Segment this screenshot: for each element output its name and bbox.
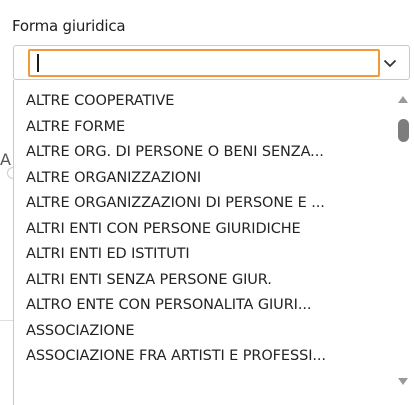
scrollbar-thumb[interactable] <box>398 119 409 142</box>
options-list: ALTRE COOPERATIVE ALTRE FORME ALTRE ORG. D… <box>26 89 386 370</box>
scroll-up-icon[interactable] <box>396 93 410 105</box>
dropdown-option[interactable]: ALTRI ENTI ED ISTITUTI <box>26 242 386 268</box>
options-dropdown: ALTRE COOPERATIVE ALTRE FORME ALTRE ORG. D… <box>13 80 414 405</box>
legal-form-select[interactable] <box>13 45 410 80</box>
dropdown-option[interactable]: ALTRE ORGANIZZAZIONI DI PERSONE E ... <box>26 191 386 217</box>
dropdown-option[interactable]: ALTRI ENTI CON PERSONE GIURIDICHE <box>26 217 386 243</box>
chevron-down-icon <box>383 59 397 67</box>
background-divider <box>0 320 14 321</box>
search-input[interactable] <box>28 49 380 77</box>
dropdown-option[interactable]: ASSOCIAZIONE <box>26 319 386 345</box>
dropdown-option[interactable]: ASSOCIAZIONE FRA ARTISTI E PROFESSI... <box>26 344 386 370</box>
dropdown-option[interactable]: ALTRE ORGANIZZAZIONI <box>26 166 386 192</box>
dropdown-toggle-button[interactable] <box>377 50 403 76</box>
field-label: Forma giuridica <box>12 17 126 35</box>
legal-form-select-panel: A Forma giuridica ALTRE COOPERATIVE ALTRE… <box>0 0 414 405</box>
dropdown-option[interactable]: ALTRE FORME <box>26 115 386 141</box>
dropdown-option[interactable]: ALTRE COOPERATIVE <box>26 89 386 115</box>
text-caret <box>37 54 39 72</box>
scroll-down-icon[interactable] <box>396 375 410 387</box>
dropdown-scrollbar[interactable] <box>393 80 413 405</box>
dropdown-option[interactable]: ALTRO ENTE CON PERSONALITA GIURI... <box>26 293 386 319</box>
dropdown-option[interactable]: ALTRE ORG. DI PERSONE O BENI SENZA... <box>26 140 386 166</box>
dropdown-option[interactable]: ALTRI ENTI SENZA PERSONE GIUR. <box>26 268 386 294</box>
